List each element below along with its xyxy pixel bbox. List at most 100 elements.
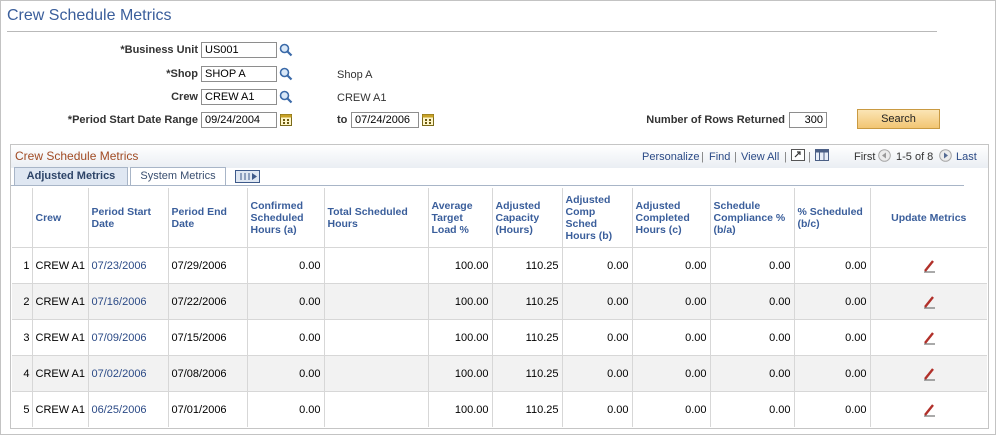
period-end-cell: 07/22/2006 (167, 283, 247, 320)
row-number: 4 (12, 355, 32, 392)
edit-pencil-icon[interactable] (922, 403, 936, 417)
row-number: 1 (12, 247, 32, 284)
period-start-link[interactable]: 06/25/2006 (92, 404, 147, 416)
row-number: 3 (12, 319, 32, 356)
crew-input[interactable] (201, 89, 277, 105)
update-metrics-cell (869, 319, 987, 356)
period-start-input[interactable] (201, 112, 277, 128)
capacity-cell: 110.25 (491, 283, 562, 320)
row-number-header (12, 188, 32, 248)
business-unit-input[interactable] (201, 42, 277, 58)
scheduled-cell: 0.00 (793, 391, 870, 427)
title-divider (7, 31, 937, 32)
scheduled-cell: 0.00 (793, 319, 870, 356)
personalize-link[interactable]: Personalize (642, 151, 699, 163)
edit-pencil-icon[interactable] (922, 259, 936, 273)
total-hours-cell (323, 319, 428, 356)
comp-sched-cell: 0.00 (561, 283, 632, 320)
capacity-cell: 110.25 (491, 247, 562, 284)
column-header: % Scheduled (b/c) (793, 188, 870, 248)
page-title: Crew Schedule Metrics (7, 7, 172, 24)
shop-lookup-icon[interactable] (279, 67, 293, 81)
confirmed-hours-cell: 0.00 (246, 355, 324, 392)
calendar-icon[interactable] (422, 113, 434, 126)
crew-metrics-grid: Crew Schedule Metrics Personalize | Find… (10, 144, 989, 429)
find-link[interactable]: Find (709, 151, 730, 163)
show-all-columns-icon[interactable] (235, 170, 260, 183)
search-button[interactable]: Search (857, 109, 940, 129)
page-range: 1-5 of 8 (896, 151, 934, 163)
scheduled-cell: 0.00 (793, 355, 870, 392)
rows-returned-input[interactable] (789, 112, 827, 128)
crew-cell: CREW A1 (31, 283, 88, 320)
download-grid-icon[interactable] (815, 149, 829, 161)
period-end-cell: 07/08/2006 (167, 355, 247, 392)
period-end-cell: 07/15/2006 (167, 319, 247, 356)
crew-lookup-icon[interactable] (279, 90, 293, 104)
avg-load-cell: 100.00 (427, 391, 492, 427)
table-row: 4 CREW A1 07/02/2006 07/08/2006 0.00 100… (12, 355, 987, 392)
period-start-link[interactable]: 07/16/2006 (92, 296, 147, 308)
compliance-cell: 0.00 (709, 355, 794, 392)
period-end-cell: 07/29/2006 (167, 247, 247, 284)
tab-adjusted-metrics[interactable]: Adjusted Metrics (14, 167, 128, 186)
compliance-cell: 0.00 (709, 391, 794, 427)
confirmed-hours-cell: 0.00 (246, 247, 324, 284)
edit-pencil-icon[interactable] (922, 295, 936, 309)
completed-cell: 0.00 (631, 283, 710, 320)
comp-sched-cell: 0.00 (561, 355, 632, 392)
shop-description: Shop A (337, 69, 373, 81)
business-unit-lookup-icon[interactable] (279, 43, 293, 57)
table-row: 3 CREW A1 07/09/2006 07/15/2006 0.00 100… (12, 319, 987, 356)
calendar-icon[interactable] (280, 113, 292, 126)
comp-sched-cell: 0.00 (561, 319, 632, 356)
confirmed-hours-cell: 0.00 (246, 391, 324, 427)
edit-pencil-icon[interactable] (922, 331, 936, 345)
last-link[interactable]: Last (956, 151, 977, 163)
total-hours-cell (323, 283, 428, 320)
tab-system-metrics[interactable]: System Metrics (130, 167, 226, 186)
nav-separator: | (734, 151, 737, 163)
crew-cell: CREW A1 (31, 355, 88, 392)
crew-cell: CREW A1 (31, 247, 88, 284)
avg-load-cell: 100.00 (427, 355, 492, 392)
table-row: 1 CREW A1 07/23/2006 07/29/2006 0.00 100… (12, 247, 987, 284)
shop-input[interactable] (201, 66, 277, 82)
next-page-icon[interactable] (939, 149, 952, 162)
column-header: Schedule Compliance % (b/a) (709, 188, 794, 248)
column-header: Average Target Load % (427, 188, 492, 248)
zoom-icon[interactable] (791, 149, 805, 161)
previous-page-icon[interactable] (878, 149, 891, 162)
column-header: Crew (31, 188, 88, 248)
period-end-input[interactable] (351, 112, 419, 128)
avg-load-cell: 100.00 (427, 247, 492, 284)
table-header-row: Crew Period Start Date Period End Date C… (12, 188, 987, 248)
capacity-cell: 110.25 (491, 355, 562, 392)
completed-cell: 0.00 (631, 355, 710, 392)
column-header: Adjusted Comp Sched Hours (b) (561, 188, 632, 248)
period-start-link[interactable]: 07/09/2006 (92, 332, 147, 344)
period-to-label: to (337, 114, 348, 126)
column-header: Total Scheduled Hours (323, 188, 428, 248)
edit-pencil-icon[interactable] (922, 367, 936, 381)
period-start-link[interactable]: 07/02/2006 (92, 368, 147, 380)
period-start-link[interactable]: 07/23/2006 (92, 260, 147, 272)
shop-label: *Shop (166, 68, 198, 80)
confirmed-hours-cell: 0.00 (246, 283, 324, 320)
view-all-link[interactable]: View All (741, 151, 779, 163)
scheduled-cell: 0.00 (793, 283, 870, 320)
crew-cell: CREW A1 (31, 391, 88, 427)
column-header: Confirmed Scheduled Hours (a) (246, 188, 324, 248)
compliance-cell: 0.00 (709, 283, 794, 320)
avg-load-cell: 100.00 (427, 319, 492, 356)
period-start-cell: 07/09/2006 (87, 319, 168, 356)
avg-load-cell: 100.00 (427, 283, 492, 320)
completed-cell: 0.00 (631, 391, 710, 427)
crew-cell: CREW A1 (31, 319, 88, 356)
row-number: 2 (12, 283, 32, 320)
crew-description: CREW A1 (337, 92, 387, 104)
period-range-label: *Period Start Date Range (67, 114, 198, 126)
grid-title: Crew Schedule Metrics (15, 149, 139, 163)
period-end-cell: 07/01/2006 (167, 391, 247, 427)
rows-returned-label: Number of Rows Returned (646, 114, 785, 126)
